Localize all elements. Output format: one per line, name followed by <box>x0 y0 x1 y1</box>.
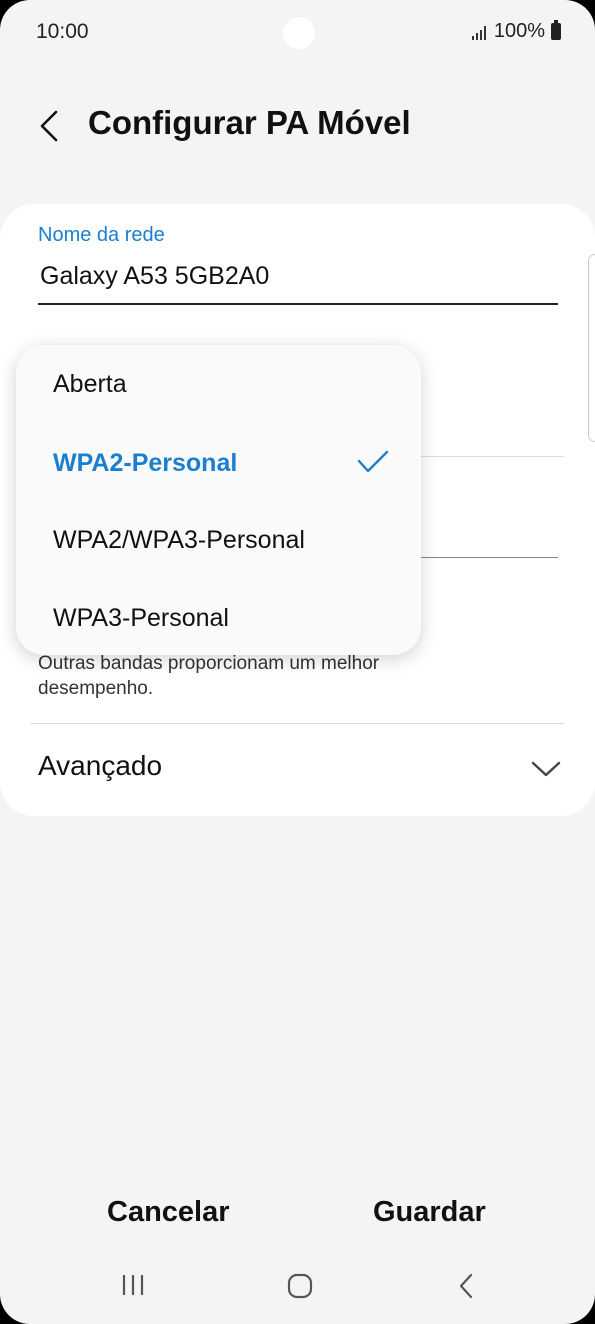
page-title: Configurar PA Móvel <box>88 104 411 141</box>
battery-icon <box>551 20 561 40</box>
check-icon <box>357 450 389 473</box>
password-underline <box>418 557 558 558</box>
option-wpa3-personal[interactable]: WPA3-Personal <box>53 604 229 633</box>
camera-cutout <box>283 17 315 49</box>
chevron-down-icon[interactable] <box>530 758 562 780</box>
advanced-toggle[interactable]: Avançado <box>38 750 162 782</box>
divider <box>30 723 564 724</box>
option-aberta[interactable]: Aberta <box>53 370 127 399</box>
option-wpa2-wpa3-personal[interactable]: WPA2/WPA3-Personal <box>53 526 305 555</box>
battery-percent: 100% <box>493 20 545 42</box>
security-dropdown: Aberta WPA2-Personal WPA2/WPA3-Personal … <box>16 345 421 655</box>
cancel-button[interactable]: Cancelar <box>107 1196 230 1229</box>
band-description: Outras bandas proporcionam um melhor des… <box>38 653 380 699</box>
nav-home-icon[interactable] <box>286 1272 314 1300</box>
divider <box>418 456 564 457</box>
scroll-indicator[interactable] <box>588 254 595 442</box>
nav-recents-icon[interactable] <box>120 1272 146 1298</box>
nav-back-icon[interactable] <box>456 1272 476 1300</box>
network-name-label: Nome da rede <box>38 224 165 246</box>
option-wpa2-personal[interactable]: WPA2-Personal <box>53 449 237 478</box>
status-time: 10:00 <box>36 20 89 43</box>
back-icon[interactable] <box>36 108 66 144</box>
network-name-input[interactable]: Galaxy A53 5GB2A0 <box>40 262 269 291</box>
screen: 10:00 100% Configurar PA Móvel Nome da r… <box>0 0 595 1324</box>
network-name-underline <box>38 303 558 305</box>
signal-icon <box>471 24 486 40</box>
status-indicators: 100% <box>471 20 561 43</box>
save-button[interactable]: Guardar <box>373 1196 486 1229</box>
